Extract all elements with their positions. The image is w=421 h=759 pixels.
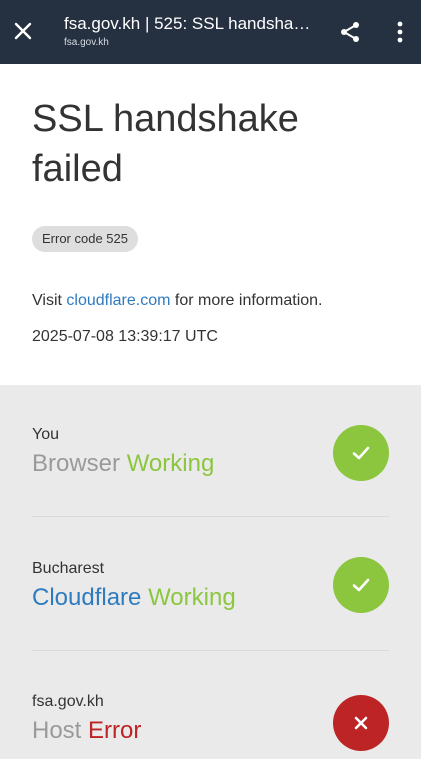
error-title: SSL handshake failed: [32, 98, 299, 190]
status-state: Working: [126, 450, 215, 477]
more-vert-icon[interactable]: [388, 18, 412, 46]
error-code-badge: Error code 525: [32, 226, 138, 252]
error-timestamp: 2025-07-08 13:39:17 UTC: [32, 328, 218, 345]
toolbar-titles: fsa.gov.kh | 525: SSL handshak... fsa.go…: [64, 13, 314, 50]
status-state: Error: [88, 717, 142, 744]
status-name: Browser: [32, 450, 121, 477]
visit-line: Visit cloudflare.com for more informatio…: [32, 290, 323, 312]
custom-tab-toolbar: fsa.gov.kh | 525: SSL handshak... fsa.go…: [0, 0, 421, 64]
status-name: Cloudflare: [32, 584, 142, 611]
visit-suffix: for more information.: [170, 292, 323, 309]
check-icon: [333, 425, 389, 481]
status-section: You Browser Working Bucharest Cloudflare…: [0, 385, 421, 759]
close-icon[interactable]: [10, 18, 36, 44]
status-state: Working: [148, 584, 236, 611]
x-icon: [333, 695, 389, 751]
check-icon: [333, 557, 389, 613]
status-item-browser: You Browser Working: [32, 425, 389, 517]
page-title: fsa.gov.kh | 525: SSL handshak...: [64, 14, 314, 33]
status-item-host: fsa.gov.kh Host Error: [32, 692, 389, 751]
error-card: SSL handshake failed Error code 525 Visi…: [0, 64, 421, 385]
share-icon[interactable]: [336, 18, 364, 46]
page-url: fsa.gov.kh: [64, 37, 109, 48]
visit-prefix: Visit: [32, 292, 67, 309]
status-item-cloudflare: Bucharest Cloudflare Working: [32, 557, 389, 651]
cloudflare-link[interactable]: cloudflare.com: [66, 292, 170, 309]
status-name: Host: [32, 717, 82, 744]
